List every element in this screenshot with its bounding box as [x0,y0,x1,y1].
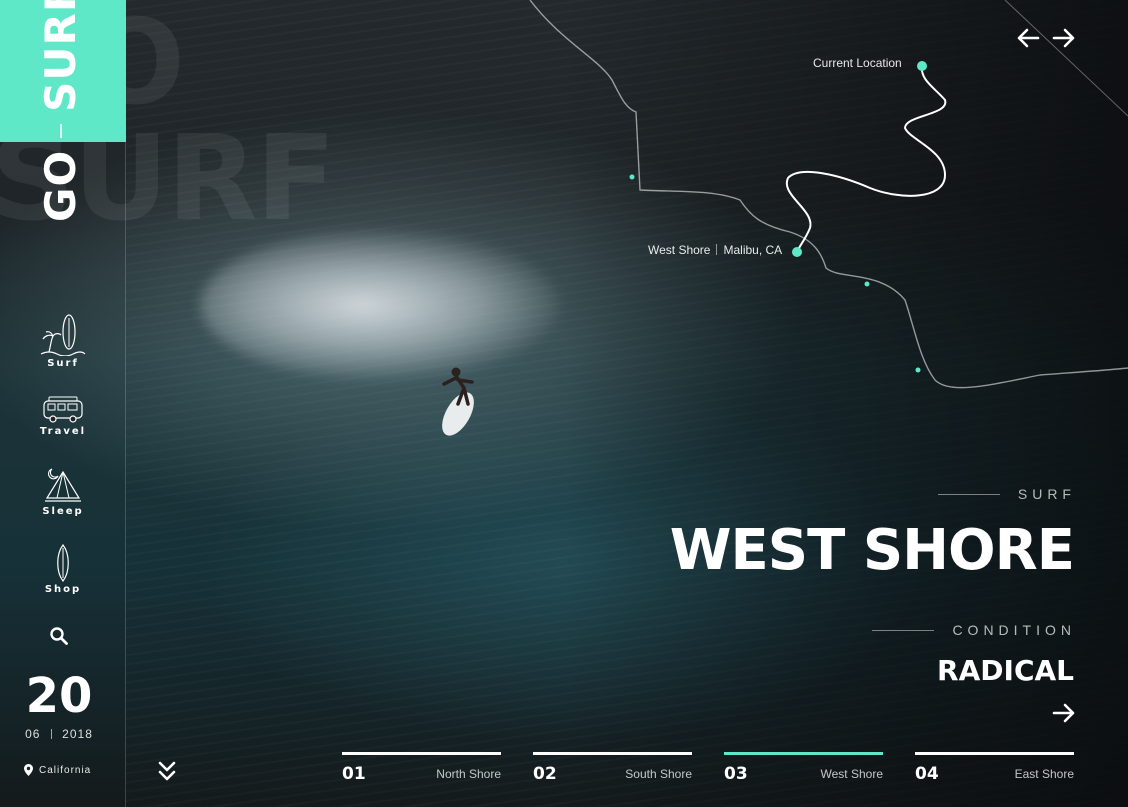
sidebar-item-label: Travel [39,426,87,437]
condition-label: CONDITION [952,622,1076,638]
tab-south-shore[interactable]: 02 South Shore [533,752,692,788]
sidebar: GO SURF Surf Travel Sleep Shop 20 06 201… [0,0,126,807]
eyebrow-rule [872,629,935,631]
tab-indicator [533,752,692,755]
tab-number: 03 [724,764,748,784]
tab-north-shore[interactable]: 01 North Shore [342,752,501,788]
sidebar-item-label: Sleep [42,506,84,517]
category-label: SURF [1017,486,1076,502]
spot-name: West Shore [648,243,711,257]
spot-region: Malibu, CA [723,243,783,257]
tab-label: East Shore [1014,767,1074,781]
logo-surf: SURF [36,0,85,112]
tab-number: 01 [342,764,366,784]
tab-label: West Shore [820,767,883,781]
sidebar-item-shop[interactable]: Shop [0,544,126,595]
date-day: 20 [25,668,93,724]
condition-value: RADICAL [937,654,1074,687]
page-title: WEST SHORE [669,518,1075,583]
current-location-label: Current Location [813,56,902,70]
chevron-double-down-icon[interactable] [157,760,177,782]
map-dot [629,174,635,180]
spot-marker [792,247,802,257]
location-label: California [39,764,92,776]
arrow-right-icon[interactable] [1052,27,1076,49]
sidebar-item-surf[interactable]: Surf [0,314,126,369]
shore-tabs: 01 North Shore 02 South Shore 03 West Sh… [342,752,1074,792]
details-arrow-icon[interactable] [1052,702,1076,724]
logo-go: GO [36,149,85,222]
arrow-left-icon[interactable] [1016,27,1040,49]
sidebar-item-label: Shop [44,584,82,595]
tab-label: North Shore [436,767,501,781]
tab-label: South Shore [625,767,692,781]
sidebar-item-sleep[interactable]: Sleep [0,466,126,517]
surfboard-icon [57,544,69,582]
tab-indicator [342,752,501,755]
surfboard-palm-icon [40,314,86,356]
search-icon[interactable] [49,626,69,646]
logo-separator [59,123,62,138]
date-year: 2018 [62,727,93,741]
condition-eyebrow: CONDITION [872,622,1076,638]
current-location-marker [917,61,927,71]
map-pin-icon [24,764,33,776]
van-icon [43,396,83,423]
tab-west-shore[interactable]: 03 West Shore [724,752,883,788]
map-dot [915,367,921,373]
tab-number: 02 [533,764,557,784]
location-indicator[interactable]: California [24,764,91,776]
tab-indicator [724,752,883,755]
eyebrow-rule [937,493,1000,495]
logo[interactable]: GO SURF [36,0,85,222]
date-divider [50,729,52,739]
sidebar-item-label: Surf [47,358,79,369]
tab-indicator [915,752,1074,755]
sidebar-item-travel[interactable]: Travel [0,394,126,437]
date-month-year: 06 2018 [0,727,118,741]
surfer-figure [442,367,474,436]
tent-moon-icon [45,468,81,502]
tab-east-shore[interactable]: 04 East Shore [915,752,1074,788]
spot-location-label[interactable]: West Shore Malibu, CA [648,243,782,257]
date-month: 06 [25,727,41,741]
category-eyebrow: SURF [937,486,1076,502]
tab-number: 04 [915,764,939,784]
map-dot [864,281,870,287]
